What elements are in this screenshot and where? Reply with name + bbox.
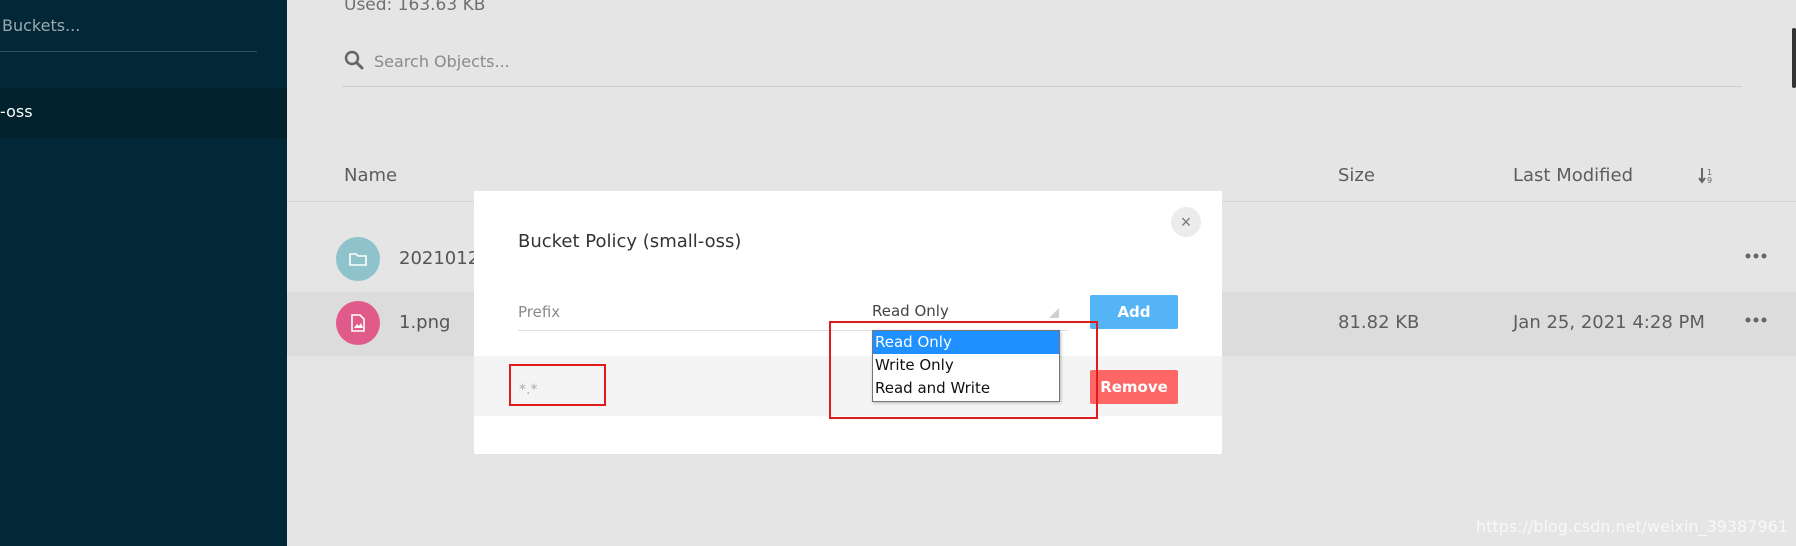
policy-select[interactable]: Read Only <box>872 302 949 320</box>
storage-used-text: Used: 163.63 KB <box>344 0 486 15</box>
annotation-box-prefix <box>509 364 606 406</box>
modal-title: Bucket Policy (small-oss) <box>518 231 742 252</box>
sidebar-item-label: -oss <box>0 102 33 121</box>
search-objects-input[interactable] <box>374 48 1514 74</box>
sort-icon[interactable]: 1 9 <box>1697 165 1717 185</box>
column-header-size[interactable]: Size <box>1338 165 1375 186</box>
sidebar: Buckets... -oss <box>0 0 287 546</box>
svg-text:9: 9 <box>1707 176 1712 185</box>
sidebar-divider <box>0 51 257 52</box>
annotation-box-dropdown <box>829 321 1098 419</box>
sidebar-item-bucket[interactable]: -oss <box>0 88 287 138</box>
folder-icon <box>336 237 380 281</box>
object-size: 81.82 KB <box>1338 312 1420 333</box>
dropdown-arrow-icon[interactable] <box>1049 308 1059 318</box>
watermark: https://blog.csdn.net/weixin_39387961 <box>1475 517 1788 536</box>
object-last-modified: Jan 25, 2021 4:28 PM <box>1513 312 1705 333</box>
object-name[interactable]: 2021012 <box>399 248 479 269</box>
close-icon[interactable]: × <box>1171 207 1201 237</box>
object-name[interactable]: 1.png <box>399 312 450 333</box>
search-underline <box>342 86 1742 87</box>
more-options-icon[interactable] <box>1744 316 1768 324</box>
bucket-search-label[interactable]: Buckets... <box>2 16 80 35</box>
prefix-input[interactable] <box>518 301 818 323</box>
more-options-icon[interactable] <box>1744 252 1768 260</box>
column-header-name[interactable]: Name <box>344 165 397 186</box>
add-button[interactable]: Add <box>1090 295 1178 329</box>
search-icon <box>344 50 364 70</box>
scrollbar[interactable] <box>1792 28 1796 88</box>
remove-button[interactable]: Remove <box>1090 370 1178 404</box>
image-file-icon <box>336 301 380 345</box>
column-header-last-modified[interactable]: Last Modified <box>1513 165 1633 186</box>
